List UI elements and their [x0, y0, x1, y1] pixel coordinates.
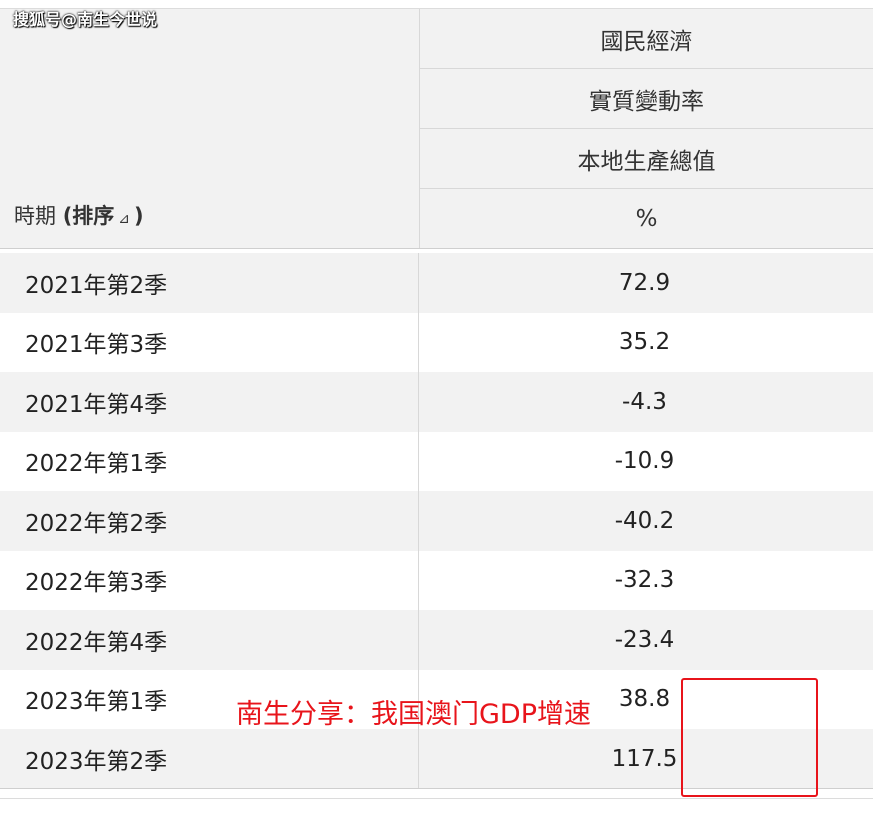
header-period-cell: 時期 (排序 ⊿) [0, 9, 420, 248]
period-cell: 2022年第3季 [0, 550, 419, 610]
period-cell: 2022年第2季 [0, 491, 419, 551]
value-cell: 35.2 [618, 329, 671, 356]
header-unit: % [635, 205, 658, 232]
table-footer-divider [0, 798, 873, 799]
period-cell: 2023年第2季 [0, 729, 419, 789]
value-cell: -23.4 [614, 626, 675, 653]
table-row: 2022年第2季 -40.2 [0, 491, 873, 551]
sort-arrow-icon: ⊿ [118, 211, 131, 227]
value-cell: -40.2 [614, 507, 675, 534]
period-cell: 2021年第4季 [0, 372, 419, 432]
header-level-1: 國民經濟 [420, 9, 873, 69]
period-cell: 2021年第3季 [0, 312, 419, 372]
value-cell: -32.3 [614, 567, 675, 594]
value-cell: 72.9 [618, 269, 671, 296]
header-level-3: 本地生產總值 [420, 129, 873, 189]
annotation-text: 南生分享：我国澳门GDP增速 [236, 699, 591, 730]
value-cell: -4.3 [622, 388, 667, 415]
table-header: 時期 (排序 ⊿) 國民經濟 實質變動率 本地生產總值 % [0, 8, 873, 249]
table-row: 2022年第3季 -32.3 [0, 550, 873, 610]
period-cell: 2021年第2季 [0, 253, 419, 313]
period-cell: 2022年第4季 [0, 610, 419, 670]
table-row: 2021年第3季 35.2 [0, 312, 873, 372]
period-label: 時期 [14, 204, 56, 228]
table-row: 2021年第2季 72.9 [0, 253, 873, 313]
header-level-2: 實質變動率 [420, 69, 873, 129]
table-row: 2022年第4季 -23.4 [0, 610, 873, 670]
watermark: 搜狐号@南生今世说 [13, 10, 158, 29]
period-cell: 2022年第1季 [0, 431, 419, 491]
table-row: 2021年第4季 -4.3 [0, 372, 873, 432]
value-cell: -10.9 [614, 448, 675, 475]
table-row: 2022年第1季 -10.9 [0, 431, 873, 491]
period-sort-header[interactable]: 時期 (排序 ⊿) [14, 200, 144, 230]
sort-close: ) [134, 204, 144, 228]
highlight-box [681, 678, 818, 797]
sort-label: (排序 [62, 204, 115, 228]
